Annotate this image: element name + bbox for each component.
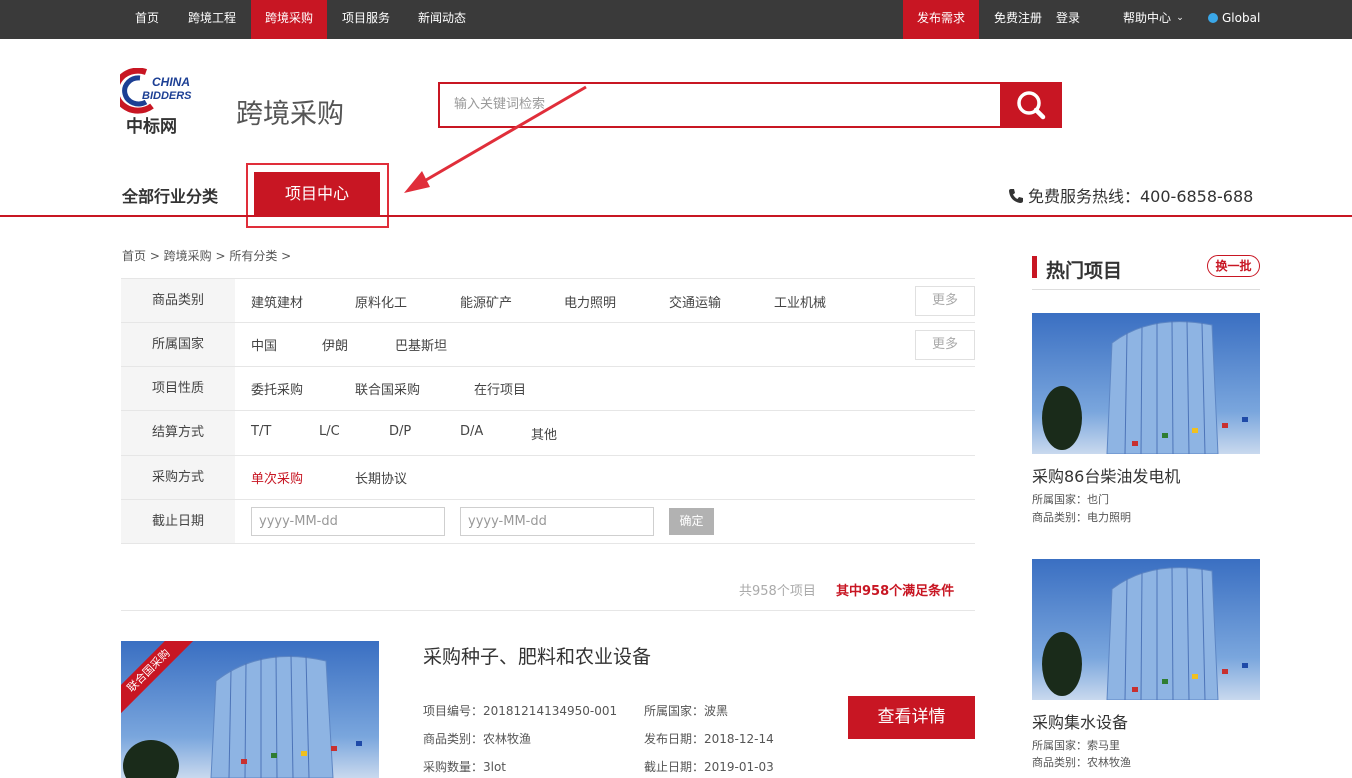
filter-option[interactable]: 巴基斯坦: [395, 335, 447, 354]
section-marker: [1032, 256, 1037, 278]
global-site-link[interactable]: Global: [1222, 0, 1264, 39]
filter-option[interactable]: 建筑建材: [251, 292, 303, 311]
hotline-text: 免费服务热线：400-6858-688: [1028, 187, 1254, 206]
hot-project-category: 商品类别：电力照明: [1032, 511, 1131, 524]
divider: [121, 610, 975, 611]
hot-project-category: 商品类别：农林牧渔: [1032, 756, 1131, 769]
project-country: 所属国家：波黑: [644, 704, 729, 718]
filter-option[interactable]: 中国: [251, 335, 277, 354]
filter-option[interactable]: 电力照明: [564, 292, 616, 311]
svg-text:CHINA: CHINA: [152, 75, 190, 89]
chevron-down-icon: ⌄: [1176, 13, 1184, 23]
top-navigation-bar: 首页 跨境工程 跨境采购 项目服务 新闻动态 发布需求 免费注册 登录 帮助中心…: [0, 0, 1352, 39]
filter-option[interactable]: 能源矿产: [460, 292, 512, 311]
svg-text:中标网: 中标网: [126, 116, 177, 136]
filter-row-category: 商品类别 建筑建材 原料化工 能源矿产 电力照明 交通运输 工业机械: [121, 278, 975, 323]
filter-row-settlement: 结算方式 T/T L/C D/P D/A 其他: [121, 411, 975, 456]
filter-label: 所属国家: [121, 323, 235, 366]
hot-projects-title: 热门项目: [1046, 260, 1123, 282]
filter-option[interactable]: 伊朗: [322, 335, 348, 354]
project-category: 商品类别：农林牧渔: [423, 732, 532, 746]
filter-row-nature: 项目性质 委托采购 联合国采购 在行项目: [121, 367, 975, 411]
nav-cross-border-procurement[interactable]: 跨境采购: [251, 0, 327, 39]
filter-option[interactable]: 工业机械: [774, 292, 826, 311]
filter-option[interactable]: 其他: [531, 424, 557, 443]
annotation-arrow: [404, 85, 587, 193]
hot-project-name-link[interactable]: 采购集水设备: [1032, 709, 1128, 733]
login-link[interactable]: 登录: [1050, 0, 1086, 39]
hot-project-thumbnail[interactable]: [1032, 559, 1260, 700]
filter-option[interactable]: T/T: [251, 424, 271, 439]
filter-option[interactable]: 交通运输: [669, 292, 721, 311]
project-quantity: 采购数量：3lot: [423, 760, 507, 774]
building-image: [1042, 320, 1248, 454]
filter-label: 截止日期: [121, 500, 235, 543]
breadcrumb[interactable]: 首页 > 跨境采购 > 所有分类 >: [122, 247, 291, 264]
date-from-input[interactable]: yyyy-MM-dd: [251, 507, 445, 536]
matched-count: 其中958个满足条件: [836, 584, 955, 599]
hot-project-thumbnail[interactable]: [1032, 313, 1260, 454]
filter-option[interactable]: L/C: [319, 424, 340, 439]
filter-option[interactable]: 原料化工: [355, 292, 407, 311]
annotation-highlight-box: [246, 163, 389, 228]
refresh-batch-button[interactable]: 换一批: [1207, 255, 1260, 277]
hot-project-country: 所属国家：索马里: [1032, 739, 1120, 752]
hot-project-country: 所属国家：也门: [1032, 493, 1109, 506]
all-categories-menu[interactable]: 全部行业分类: [122, 183, 218, 207]
filter-option[interactable]: 委托采购: [251, 379, 303, 398]
filter-row-country: 所属国家 中国 伊朗 巴基斯坦: [121, 323, 975, 367]
project-number: 项目编号：20181214134950-001: [423, 704, 618, 718]
filter-label: 采购方式: [121, 456, 235, 499]
divider: [1032, 289, 1260, 290]
hotline: 免费服务热线：400-6858-688: [1008, 183, 1253, 207]
filter-label: 商品类别: [121, 279, 235, 322]
filter-option[interactable]: 长期协议: [355, 468, 407, 487]
logo[interactable]: CHINA BIDDERS 中标网: [112, 67, 204, 137]
project-thumbnail[interactable]: 联合国采购: [121, 641, 379, 778]
globe-icon: [1208, 0, 1218, 39]
help-center-menu[interactable]: 帮助中心: [1118, 0, 1176, 39]
search-button[interactable]: [1000, 82, 1062, 128]
phone-icon: [1008, 187, 1024, 206]
confirm-date-button[interactable]: 确定: [669, 508, 714, 535]
nav-home[interactable]: 首页: [121, 0, 173, 39]
filter-label: 结算方式: [121, 411, 235, 455]
filter-option[interactable]: D/P: [389, 424, 411, 439]
hot-project-name-link[interactable]: 采购86台柴油发电机: [1032, 463, 1180, 487]
nav-project-services[interactable]: 项目服务: [331, 0, 401, 39]
filter-option[interactable]: 在行项目: [474, 379, 526, 398]
search-icon: [1017, 91, 1046, 120]
filter-option[interactable]: 联合国采购: [355, 379, 420, 398]
project-deadline: 截止日期：2019-01-03: [644, 760, 774, 774]
publish-demand-button[interactable]: 发布需求: [903, 0, 979, 39]
svg-text:BIDDERS: BIDDERS: [142, 90, 192, 102]
project-publish-date: 发布日期：2018-12-14: [644, 732, 774, 746]
total-count: 共958个项目: [739, 584, 816, 599]
more-countries-button[interactable]: 更多: [915, 330, 975, 360]
nav-cross-border-engineering[interactable]: 跨境工程: [177, 0, 247, 39]
nav-divider: [0, 215, 1352, 217]
view-details-button[interactable]: 查看详情: [848, 696, 975, 739]
filter-option[interactable]: D/A: [460, 424, 483, 439]
filter-option-active[interactable]: 单次采购: [251, 468, 303, 487]
page-title: 跨境采购: [236, 99, 344, 130]
date-to-input[interactable]: yyyy-MM-dd: [460, 507, 654, 536]
register-link[interactable]: 免费注册: [990, 0, 1046, 39]
more-categories-button[interactable]: 更多: [915, 286, 975, 316]
filter-label: 项目性质: [121, 367, 235, 410]
filter-row-method: 采购方式 单次采购 长期协议: [121, 456, 975, 500]
building-image: [1042, 566, 1248, 700]
nav-news[interactable]: 新闻动态: [407, 0, 477, 39]
project-title-link[interactable]: 采购种子、肥料和农业设备: [423, 642, 651, 669]
